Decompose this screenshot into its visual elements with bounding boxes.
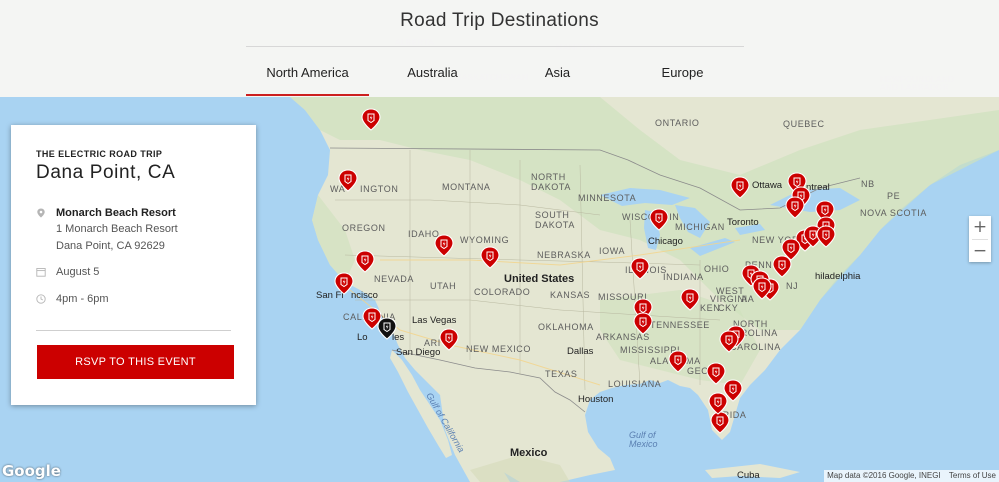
svg-text:IOWA: IOWA	[599, 246, 625, 256]
svg-text:UTAH: UTAH	[430, 281, 456, 291]
svg-text:MICHIGAN: MICHIGAN	[675, 222, 725, 232]
svg-text:LOUISIANA: LOUISIANA	[608, 379, 661, 389]
svg-text:TEXAS: TEXAS	[545, 369, 578, 379]
tab-asia[interactable]: Asia	[496, 65, 619, 80]
zoom-control: + −	[969, 216, 991, 262]
zoom-in-button[interactable]: +	[969, 216, 991, 238]
event-venue: Monarch Beach Resort	[56, 207, 176, 219]
svg-text:OREGON: OREGON	[342, 223, 386, 233]
clock-icon	[36, 294, 46, 304]
svg-text:Chicago: Chicago	[648, 236, 683, 247]
active-tab-indicator	[246, 94, 369, 96]
event-date: August 5	[56, 266, 100, 278]
event-address-line2: Dana Point, CA 92629	[56, 240, 165, 252]
svg-text:ncisco: ncisco	[351, 290, 378, 301]
svg-text:Lo: Lo	[357, 332, 368, 343]
svg-text:Ottawa: Ottawa	[752, 180, 783, 191]
event-city: Dana Point, CA	[36, 162, 176, 183]
svg-text:COLORADO: COLORADO	[474, 287, 530, 297]
svg-text:San Diego: San Diego	[396, 347, 440, 358]
svg-text:Cuba: Cuba	[737, 470, 760, 481]
svg-text:San Fr: San Fr	[316, 290, 345, 301]
event-kicker: THE ELECTRIC ROAD TRIP	[36, 149, 163, 159]
svg-text:INGTON: INGTON	[360, 184, 398, 194]
svg-text:KANSAS: KANSAS	[550, 290, 590, 300]
svg-text:OKLAHOMA: OKLAHOMA	[538, 322, 594, 332]
svg-text:OHIO: OHIO	[704, 264, 729, 274]
tab-australia[interactable]: Australia	[371, 65, 494, 80]
svg-text:MA: MA	[686, 356, 701, 366]
svg-text:NEBRASKA: NEBRASKA	[537, 250, 591, 260]
card-divider	[36, 330, 231, 331]
event-card: THE ELECTRIC ROAD TRIP Dana Point, CA Mo…	[11, 125, 256, 405]
svg-text:Toronto: Toronto	[727, 217, 759, 228]
event-time: 4pm - 6pm	[56, 293, 109, 305]
svg-text:NORTH: NORTH	[531, 172, 566, 182]
svg-text:CALI: CALI	[343, 312, 365, 322]
svg-text:NOVA SCOTIA: NOVA SCOTIA	[860, 208, 927, 218]
svg-text:TENNESSEE: TENNESSEE	[650, 320, 710, 330]
svg-text:NEW MEXICO: NEW MEXICO	[466, 344, 531, 354]
event-address-line1: 1 Monarch Beach Resort	[56, 223, 178, 235]
svg-text:United States: United States	[504, 273, 574, 285]
calendar-icon	[36, 268, 46, 277]
svg-text:QUEBEC: QUEBEC	[783, 119, 825, 129]
svg-text:SOUTH: SOUTH	[535, 210, 570, 220]
terms-link[interactable]: Terms of Use	[949, 471, 996, 480]
svg-text:MONTANA: MONTANA	[442, 182, 491, 192]
svg-text:Mexico: Mexico	[629, 439, 658, 449]
svg-text:NB: NB	[861, 179, 875, 189]
svg-text:CKY: CKY	[718, 303, 738, 313]
svg-text:PE: PE	[887, 191, 900, 201]
svg-text:MINNESOTA: MINNESOTA	[578, 193, 636, 203]
svg-text:Houston: Houston	[578, 394, 613, 405]
svg-text:INDIANA: INDIANA	[663, 272, 704, 282]
svg-text:WYOMING: WYOMING	[460, 235, 509, 245]
google-logo[interactable]: Google	[2, 462, 61, 480]
svg-text:ALA: ALA	[650, 356, 669, 366]
svg-text:VIRGINIA: VIRGINIA	[710, 294, 754, 304]
map-attribution: Map data ©2016 Google, INEGI Terms of Us…	[824, 470, 999, 482]
tab-divider	[246, 46, 744, 47]
svg-text:IDAHO: IDAHO	[408, 229, 440, 239]
zoom-out-button[interactable]: −	[969, 240, 991, 262]
svg-text:NJ: NJ	[786, 281, 798, 291]
svg-text:les: les	[392, 332, 404, 343]
svg-text:Dallas: Dallas	[567, 346, 594, 357]
svg-text:ONTARIO: ONTARIO	[655, 118, 700, 128]
tab-europe[interactable]: Europe	[621, 65, 744, 80]
attribution-text: Map data ©2016 Google, INEGI	[827, 471, 941, 480]
location-pin-icon	[37, 208, 45, 218]
tab-north-america[interactable]: North America	[246, 65, 369, 80]
svg-text:Las Vegas: Las Vegas	[412, 315, 457, 326]
page-title: Road Trip Destinations	[400, 10, 599, 31]
svg-text:DAKOTA: DAKOTA	[535, 220, 575, 230]
svg-text:Mexico: Mexico	[510, 447, 548, 459]
svg-text:NEVADA: NEVADA	[374, 274, 414, 284]
header: Road Trip Destinations North America Aus…	[0, 0, 999, 97]
svg-text:DAKOTA: DAKOTA	[531, 182, 571, 192]
svg-text:A: A	[741, 294, 748, 304]
rsvp-button[interactable]: RSVP TO THIS EVENT	[37, 345, 234, 379]
svg-text:hiladelphia: hiladelphia	[815, 271, 861, 282]
